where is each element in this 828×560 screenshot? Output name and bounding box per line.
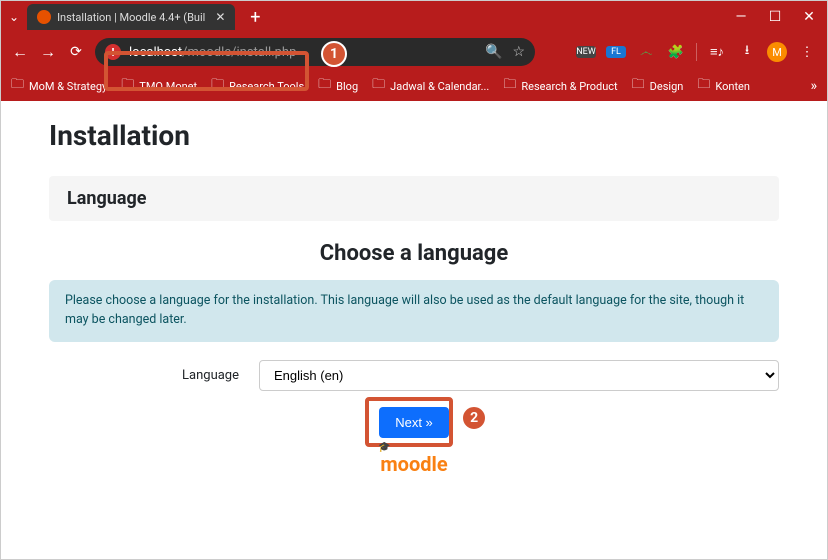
browser-toolbar: ← → ⟳ ! localhost/moodle/install.php 🔍 ☆… [1,33,827,71]
media-control-icon[interactable]: ≡♪ [707,44,727,60]
folder-icon: 🗀 [372,75,385,97]
chrome-menu-icon[interactable]: ⋮ [797,45,817,60]
window-controls: — ☐ ✕ [731,9,819,25]
close-window-icon[interactable]: ✕ [799,9,819,25]
url-text: localhost/moodle/install.php [129,45,296,60]
extension-swirl-icon[interactable]: ෴ [636,45,656,60]
section-title: Language [67,188,761,209]
downloads-icon[interactable]: ⭳ [737,41,757,63]
url-path: /moodle/install.php [182,45,296,60]
minimize-icon[interactable]: — [731,9,751,25]
search-icon[interactable]: 🔍 [485,44,502,60]
language-select[interactable]: English (en) [259,360,779,391]
maximize-icon[interactable]: ☐ [765,9,785,25]
folder-icon: 🗀 [503,75,516,97]
folder-icon: 🗀 [318,75,331,97]
folder-icon: 🗀 [11,75,24,97]
graduation-cap-icon: 🎓 [378,442,390,453]
folder-icon: 🗀 [121,75,134,97]
extensions-icon[interactable]: 🧩 [666,45,686,60]
forward-icon[interactable]: → [39,42,57,62]
folder-icon: 🗀 [632,75,645,97]
url-host: localhost [129,45,182,60]
bookmark-overflow-icon[interactable]: » [810,78,817,94]
bookmarks-bar: 🗀MoM & Strategy 🗀TMO Monet 🗀Research Too… [1,71,827,101]
bookmark-folder[interactable]: 🗀Jadwal & Calendar... [372,75,489,97]
browser-tab-bar: ⌄ Installation | Moodle 4.4+ (Buil ✕ + —… [1,1,827,33]
bookmark-folder[interactable]: 🗀Research Tools [211,75,304,97]
tab-favicon [37,10,51,24]
choose-language-title: Choose a language [49,241,779,266]
reload-icon[interactable]: ⟳ [67,44,85,60]
close-tab-icon[interactable]: ✕ [215,10,225,24]
new-badge[interactable]: NEW [576,46,596,58]
page-heading: Installation [49,119,779,152]
bookmark-folder[interactable]: 🗀TMO Monet [121,75,197,97]
tab-dropdown-icon[interactable]: ⌄ [9,10,19,24]
info-message: Please choose a language for the install… [49,280,779,342]
bookmark-folder[interactable]: 🗀MoM & Strategy [11,75,107,97]
moodle-logo-text: moodle [380,452,447,476]
bookmark-folder[interactable]: 🗀Research & Product [503,75,617,97]
new-tab-button[interactable]: + [245,7,265,28]
folder-icon: 🗀 [697,75,710,97]
tab-title: Installation | Moodle 4.4+ (Buil [57,11,205,24]
language-card: Language [49,176,779,221]
bookmark-folder[interactable]: 🗀Design [632,75,684,97]
toolbar-divider [696,43,697,61]
moodle-logo: 🎓moodle [49,452,779,476]
site-info-icon[interactable]: ! [105,44,121,60]
address-bar[interactable]: ! localhost/moodle/install.php 🔍 ☆ [95,38,535,66]
active-tab[interactable]: Installation | Moodle 4.4+ (Buil ✕ [27,4,235,30]
folder-icon: 🗀 [211,75,224,97]
bookmark-folder[interactable]: 🗀Blog [318,75,358,97]
next-button[interactable]: Next » [379,407,449,438]
language-label: Language [49,368,239,383]
back-icon[interactable]: ← [11,42,29,62]
language-field-row: Language English (en) [49,360,779,391]
extension-fl-icon[interactable]: FL [606,46,626,58]
profile-avatar[interactable]: M [767,42,787,62]
page-content: Installation Language Choose a language … [1,101,827,559]
bookmark-folder[interactable]: 🗀Konten [697,75,750,97]
bookmark-star-icon[interactable]: ☆ [512,44,525,60]
annotation-number-2: 2 [461,405,487,431]
